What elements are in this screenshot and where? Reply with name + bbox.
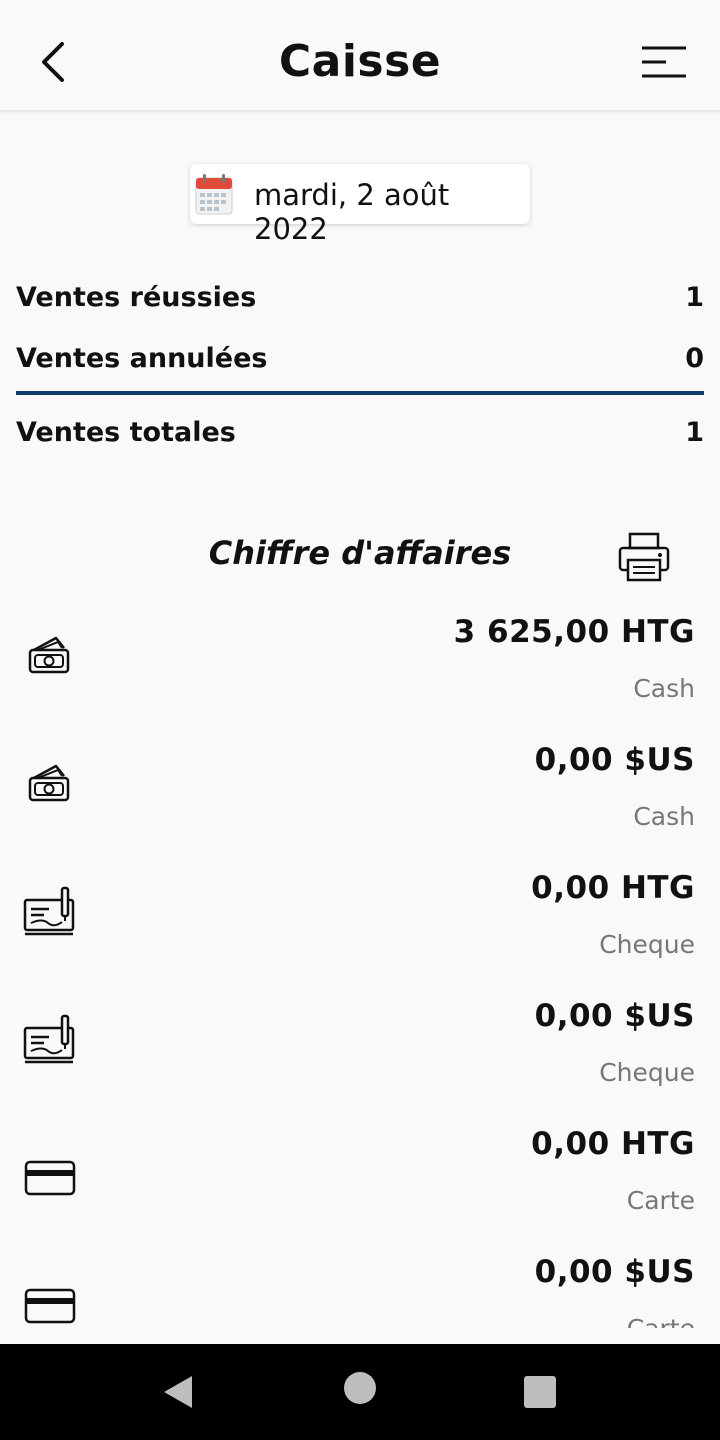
payment-method: Cheque: [599, 1058, 695, 1087]
payment-row: 0,00 HTG Carte: [0, 1112, 720, 1240]
divider: [16, 391, 704, 395]
page-title: Caisse: [278, 36, 442, 87]
stat-row-successful-sales: Ventes réussies 1: [16, 282, 704, 322]
stat-row-total-sales: Ventes totales 1: [16, 417, 704, 457]
cheque-icon: [22, 884, 78, 940]
app-bar: Caisse: [0, 0, 720, 112]
stat-value: 1: [685, 282, 704, 313]
calendar-icon: [194, 172, 234, 216]
stat-value: 0: [685, 343, 704, 374]
payment-row: 0,00 $US Cash: [0, 728, 720, 856]
date-label: mardi, 2 août 2022: [254, 178, 450, 246]
payment-method: Carte: [626, 1186, 695, 1215]
cheque-icon: [22, 1012, 78, 1068]
payment-amount: 0,00 HTG: [531, 870, 695, 906]
payment-amount: 3 625,00 HTG: [453, 614, 695, 650]
date-picker-button[interactable]: mardi, 2 août 2022: [190, 164, 530, 246]
cash-icon: [22, 630, 78, 686]
payment-method: Cash: [633, 674, 695, 703]
card-icon: [22, 1278, 78, 1328]
system-nav-bar: [0, 1344, 720, 1440]
nav-home-icon[interactable]: [344, 1372, 376, 1404]
nav-recents-icon[interactable]: [524, 1376, 556, 1408]
payment-list[interactable]: 3 625,00 HTG Cash 0,00 $US Cash 0,00 HTG…: [0, 600, 720, 1328]
card-icon: [22, 1150, 78, 1206]
printer-icon[interactable]: [616, 530, 672, 586]
payment-row: 0,00 HTG Cheque: [0, 856, 720, 984]
stat-value: 1: [685, 417, 704, 448]
payment-row: 0,00 $US Carte: [0, 1240, 720, 1328]
stat-label: Ventes totales: [16, 417, 236, 448]
cash-icon: [22, 758, 78, 814]
menu-icon[interactable]: [636, 40, 692, 84]
payment-amount: 0,00 HTG: [531, 1126, 695, 1162]
nav-back-icon[interactable]: [160, 1372, 200, 1412]
payment-method: Cash: [633, 802, 695, 831]
payment-row: 0,00 $US Cheque: [0, 984, 720, 1112]
payment-method: Carte: [627, 1314, 695, 1328]
payment-amount: 0,00 $US: [534, 998, 695, 1034]
payment-amount: 0,00 $US: [534, 1254, 695, 1290]
payment-amount: 0,00 $US: [534, 742, 695, 778]
stat-label: Ventes réussies: [16, 282, 257, 313]
payment-row: 3 625,00 HTG Cash: [0, 600, 720, 728]
stat-row-cancelled-sales: Ventes annulées 0: [16, 343, 704, 383]
revenue-section-title: Chiffre d'affaires: [208, 534, 512, 572]
stat-label: Ventes annulées: [16, 343, 268, 374]
payment-method: Cheque: [599, 930, 695, 959]
